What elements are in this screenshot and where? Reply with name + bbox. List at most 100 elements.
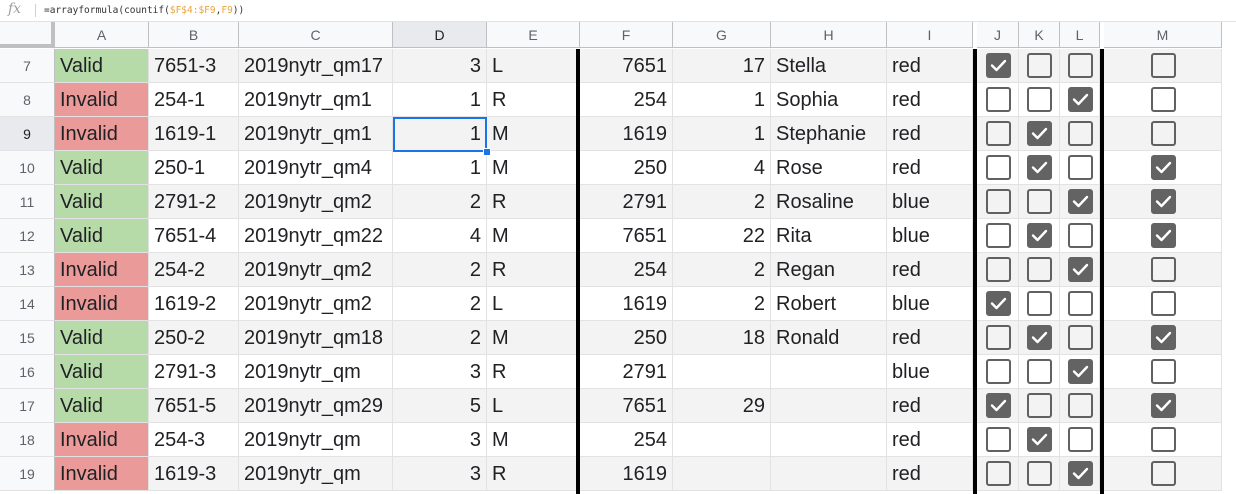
checkbox-unchecked[interactable] xyxy=(986,87,1011,112)
row-header[interactable]: 10 xyxy=(0,151,55,185)
cell-i[interactable]: red xyxy=(887,83,973,117)
checkbox-unchecked[interactable] xyxy=(1027,257,1052,282)
column-header-g[interactable]: G xyxy=(673,22,771,48)
cell-d[interactable]: 1 xyxy=(393,117,487,151)
cell-a[interactable]: Valid xyxy=(55,321,149,355)
formula-input[interactable]: =arrayformula(countif($F$4:$F9,F9)) xyxy=(44,4,244,18)
cell-h[interactable]: Sophia xyxy=(771,83,887,117)
cell-j[interactable] xyxy=(977,151,1019,185)
cell-i[interactable]: red xyxy=(887,151,973,185)
checkbox-unchecked[interactable] xyxy=(1151,121,1176,146)
cell-k[interactable] xyxy=(1019,355,1060,389)
cell-g[interactable]: 2 xyxy=(673,287,771,321)
checkbox-unchecked[interactable] xyxy=(986,325,1011,350)
row-header[interactable]: 18 xyxy=(0,423,55,457)
cell-i[interactable]: blue xyxy=(887,287,973,321)
cell-k[interactable] xyxy=(1019,151,1060,185)
cell-b[interactable]: 2791-2 xyxy=(149,185,239,219)
row-header[interactable]: 19 xyxy=(0,457,55,491)
cell-e[interactable]: R xyxy=(487,253,580,287)
checkbox-unchecked[interactable] xyxy=(986,461,1011,486)
cell-c[interactable]: 2019nytr_qm xyxy=(239,355,393,389)
cell-i[interactable]: blue xyxy=(887,185,973,219)
cell-j[interactable] xyxy=(977,253,1019,287)
cell-d[interactable]: 1 xyxy=(393,151,487,185)
checkbox-checked[interactable] xyxy=(1068,359,1093,384)
cell-g[interactable]: 22 xyxy=(673,219,771,253)
cell-j[interactable] xyxy=(977,457,1019,491)
cell-i[interactable]: red xyxy=(887,253,973,287)
cell-f[interactable]: 1619 xyxy=(580,117,673,151)
cell-h[interactable]: Ronald xyxy=(771,321,887,355)
column-header-k[interactable]: K xyxy=(1019,22,1060,48)
cell-l[interactable] xyxy=(1060,117,1100,151)
cell-m[interactable] xyxy=(1104,83,1222,117)
row-header[interactable]: 9 xyxy=(0,117,55,151)
cell-e[interactable]: L xyxy=(487,389,580,423)
row-header[interactable]: 14 xyxy=(0,287,55,321)
cell-k[interactable] xyxy=(1019,117,1060,151)
cell-g[interactable]: 1 xyxy=(673,83,771,117)
cell-e[interactable]: M xyxy=(487,423,580,457)
row-header[interactable]: 11 xyxy=(0,185,55,219)
cell-i[interactable]: red xyxy=(887,321,973,355)
checkbox-checked[interactable] xyxy=(1151,393,1176,418)
cell-b[interactable]: 7651-4 xyxy=(149,219,239,253)
row-header[interactable]: 15 xyxy=(0,321,55,355)
cell-k[interactable] xyxy=(1019,389,1060,423)
cell-e[interactable]: M xyxy=(487,151,580,185)
cell-e[interactable]: M xyxy=(487,321,580,355)
cell-f[interactable]: 2791 xyxy=(580,355,673,389)
cell-j[interactable] xyxy=(977,287,1019,321)
checkbox-unchecked[interactable] xyxy=(986,121,1011,146)
cell-l[interactable] xyxy=(1060,185,1100,219)
cell-c[interactable]: 2019nytr_qm18 xyxy=(239,321,393,355)
checkbox-unchecked[interactable] xyxy=(1151,87,1176,112)
column-header-a[interactable]: A xyxy=(55,22,149,48)
cell-b[interactable]: 1619-2 xyxy=(149,287,239,321)
checkbox-unchecked[interactable] xyxy=(1068,155,1093,180)
cell-a[interactable]: Valid xyxy=(55,185,149,219)
cell-m[interactable] xyxy=(1104,423,1222,457)
cell-l[interactable] xyxy=(1060,457,1100,491)
cell-a[interactable]: Valid xyxy=(55,389,149,423)
cell-c[interactable]: 2019nytr_qm17 xyxy=(239,49,393,83)
cell-m[interactable] xyxy=(1104,151,1222,185)
row-header[interactable]: 13 xyxy=(0,253,55,287)
checkbox-checked[interactable] xyxy=(1027,223,1052,248)
cell-a[interactable]: Invalid xyxy=(55,253,149,287)
cell-f[interactable]: 2791 xyxy=(580,185,673,219)
cell-e[interactable]: R xyxy=(487,83,580,117)
cell-g[interactable]: 1 xyxy=(673,117,771,151)
row-header[interactable]: 16 xyxy=(0,355,55,389)
cell-m[interactable] xyxy=(1104,49,1222,83)
cell-f[interactable]: 7651 xyxy=(580,389,673,423)
column-header-f[interactable]: F xyxy=(580,22,673,48)
checkbox-unchecked[interactable] xyxy=(1151,257,1176,282)
cell-j[interactable] xyxy=(977,49,1019,83)
cell-b[interactable]: 1619-3 xyxy=(149,457,239,491)
cell-l[interactable] xyxy=(1060,253,1100,287)
cell-k[interactable] xyxy=(1019,423,1060,457)
cell-l[interactable] xyxy=(1060,355,1100,389)
cell-c[interactable]: 2019nytr_qm22 xyxy=(239,219,393,253)
row-header[interactable]: 8 xyxy=(0,83,55,117)
cell-f[interactable]: 250 xyxy=(580,321,673,355)
column-header-d[interactable]: D xyxy=(393,22,487,48)
cell-l[interactable] xyxy=(1060,151,1100,185)
checkbox-unchecked[interactable] xyxy=(1027,359,1052,384)
cell-h[interactable] xyxy=(771,457,887,491)
cell-g[interactable] xyxy=(673,423,771,457)
cell-f[interactable]: 250 xyxy=(580,151,673,185)
checkbox-unchecked[interactable] xyxy=(1027,87,1052,112)
checkbox-unchecked[interactable] xyxy=(986,359,1011,384)
cell-m[interactable] xyxy=(1104,457,1222,491)
checkbox-checked[interactable] xyxy=(986,291,1011,316)
cell-m[interactable] xyxy=(1104,389,1222,423)
checkbox-checked[interactable] xyxy=(986,393,1011,418)
cell-h[interactable]: Regan xyxy=(771,253,887,287)
cell-m[interactable] xyxy=(1104,253,1222,287)
cell-l[interactable] xyxy=(1060,389,1100,423)
cell-a[interactable]: Invalid xyxy=(55,83,149,117)
cell-m[interactable] xyxy=(1104,185,1222,219)
